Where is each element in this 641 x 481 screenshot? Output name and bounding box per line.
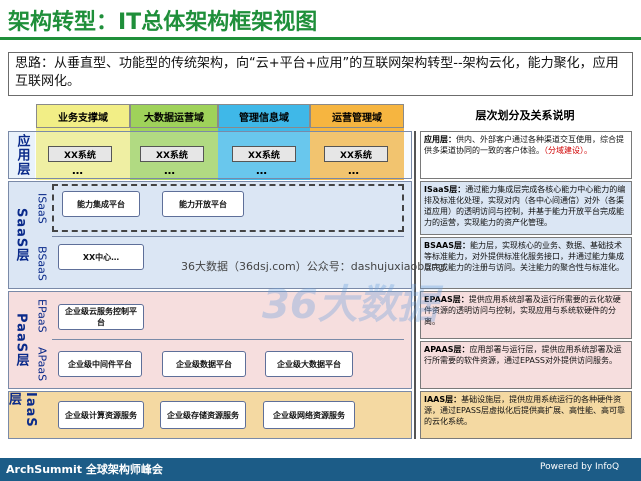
storage-resource-service: 企业级存储资源服务 xyxy=(160,401,246,429)
intro-text: 思路：从垂直型、功能型的传统架构，向“云+平台+应用”的互联网架构转型--架构云… xyxy=(8,52,633,96)
footer-powered-by: Powered by InfoQ xyxy=(540,462,620,472)
app-system-box-1: XX系统 xyxy=(48,146,112,162)
desc-iaas-head: IAAS层： xyxy=(424,395,462,404)
footer-brand: ArchSummit 全球架构师峰会 xyxy=(6,463,163,476)
compute-resource-service: 企业级计算资源服务 xyxy=(58,401,144,429)
app-layer-label: 应用层 xyxy=(14,134,30,176)
domain-header-bigdata: 大数据运营域 xyxy=(130,104,218,128)
saas-layer-tag: SaaS层 xyxy=(9,182,33,288)
app-system-box-3: XX系统 xyxy=(232,146,296,162)
desc-app-layer: 应用层：供内、外部客户通过各种渠道交互使用，综合提供多渠道协同的一致的客户体验。… xyxy=(420,131,632,179)
bsaas-sublayer-label: BSaaS xyxy=(35,245,49,281)
epaas-sublayer-label: EPaaS xyxy=(35,299,49,333)
watermark-logo: 36大数据 xyxy=(262,282,438,328)
desc-app-note: （分域建设）。 xyxy=(544,146,592,155)
capability-open-platform: 能力开放平台 xyxy=(162,191,244,217)
app-system-box-4: XX系统 xyxy=(324,146,388,162)
desc-isaas: ISaaS层：通过能力集成层完成各核心能力中心能力的编排及标准化处理，实现对内（… xyxy=(420,181,632,235)
paas-layer-tag: PaaS层 xyxy=(9,292,33,388)
domain-header-business: 业务支撑域 xyxy=(36,104,130,128)
capability-integration-platform: 能力集成平台 xyxy=(62,191,140,217)
app-more-1: … xyxy=(72,164,83,177)
data-platform: 企业级数据平台 xyxy=(162,351,246,377)
cloud-service-control-platform: 企业级云服务控制平台 xyxy=(58,304,144,330)
desc-iaas: IAAS层：基础设施层，提供应用系统运行的各种硬件资源，通过EPASS层虚拟化后… xyxy=(420,391,632,439)
desc-apaas: APAAS层：应用部署与运行层，提供应用系统部署及运行所需要的软件资源，通过EP… xyxy=(420,341,632,389)
paas-divider xyxy=(52,339,404,340)
app-layer-tag: 应用层 xyxy=(9,132,35,178)
domain-header-operations: 运营管理域 xyxy=(310,104,404,128)
paas-layer-label: PaaS层 xyxy=(13,312,29,368)
saas-divider xyxy=(52,236,404,237)
iaas-layer-label: IaaS层 xyxy=(6,392,38,428)
bigdata-platform: 企业级大数据平台 xyxy=(265,351,353,377)
desc-isaas-head: ISaaS层： xyxy=(424,185,466,194)
iaas-layer-tag: IaaS层 xyxy=(6,392,38,438)
desc-epaas: EPAAS层：提供应用系统部署及运行所需要的云化软硬件资源的透明访问与控制，实现… xyxy=(420,291,632,339)
app-system-box-2: XX系统 xyxy=(140,146,204,162)
middleware-platform: 企业级中间件平台 xyxy=(58,351,142,377)
desc-app-head: 应用层： xyxy=(424,135,456,144)
watermark-text: 36大数据（36dsj.com）公众号：dashujuxiaobang xyxy=(181,260,445,273)
domain-header-management: 管理信息域 xyxy=(218,104,310,128)
isaas-sublayer-label: ISaaS xyxy=(35,192,49,224)
page-title: 架构转型：IT总体架构框架视图 xyxy=(8,10,318,35)
saas-layer-label: SaaS层 xyxy=(13,207,29,263)
desc-bsaas: BSAAS层：能力层，实现核心的业务、数据、基础技术等标准能力，对外提供标准化服… xyxy=(420,237,632,289)
xx-center-box: XX中心… xyxy=(58,244,144,270)
desc-apaas-head: APAAS层： xyxy=(424,345,470,354)
app-more-3: … xyxy=(256,164,267,177)
right-panel-title: 层次划分及关系说明 xyxy=(475,109,575,122)
app-more-2: … xyxy=(164,164,175,177)
network-resource-service: 企业级网络资源服务 xyxy=(263,401,355,429)
desc-bsaas-head: BSAAS层： xyxy=(424,241,471,250)
title-divider xyxy=(0,37,641,40)
app-more-4: … xyxy=(348,164,359,177)
apaas-sublayer-label: APaaS xyxy=(35,346,49,382)
